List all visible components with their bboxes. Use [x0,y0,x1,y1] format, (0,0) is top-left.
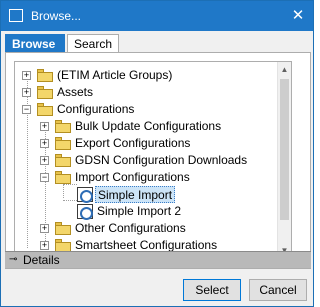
tree-node-other-configurations[interactable]: + Other Configurations [33,220,279,237]
tree-node-label: Simple Import 2 [97,204,182,218]
title-bar[interactable]: Browse... ✕ [1,1,313,31]
window-icon [9,9,23,22]
window-title: Browse... [31,9,82,23]
tab-search[interactable]: Search [67,34,119,53]
tab-bar: Browse Search [5,34,311,53]
tree-node-bulk-update-configurations[interactable]: + Bulk Update Configurations [33,118,279,135]
tree-node-simple-import-2[interactable]: Simple Import 2 [59,203,279,220]
close-button[interactable]: ✕ [289,7,307,25]
collapse-icon[interactable]: − [40,173,49,182]
tree-node-import-configurations[interactable]: − Import Configurations [33,169,279,186]
folder-icon [55,222,71,235]
tree-node-label: GDSN Configuration Downloads [75,153,248,167]
tree-node-label: Export Configurations [75,136,191,150]
tree-node-label: Configurations [57,102,135,116]
tree-node-label: Bulk Update Configurations [75,119,222,133]
tree-node-etim-article-groups[interactable]: + (ETIM Article Groups) [15,67,279,84]
expand-icon[interactable]: + [40,139,49,148]
tree-node-label: Assets [57,85,94,99]
folder-icon [55,137,71,150]
folder-icon [37,69,53,82]
tab-browse[interactable]: Browse [5,34,65,53]
cancel-button[interactable]: Cancel [249,279,307,301]
vertical-scrollbar[interactable]: ▲ ▼ [277,62,291,258]
import-config-icon [77,187,93,203]
collapse-icon[interactable]: − [22,105,31,114]
folder-icon [37,86,53,99]
expand-icon[interactable]: + [40,241,49,250]
expand-icon[interactable]: + [40,156,49,165]
folder-icon [55,154,71,167]
folder-icon [55,120,71,133]
tree-node-label: Import Configurations [75,170,190,184]
tree-node-label: (ETIM Article Groups) [57,68,173,82]
browse-dialog: Browse... ✕ Browse Search + (ETIM Articl… [0,0,314,307]
details-bar[interactable]: ⊸ Details [5,251,311,268]
expand-icon[interactable]: + [22,71,31,80]
scroll-up-icon[interactable]: ▲ [278,63,291,76]
key-icon: ⊸ [9,254,18,265]
tree-node-label: Other Configurations [75,221,186,235]
browse-panel: + (ETIM Article Groups) + Assets − Confi… [5,52,311,269]
import-config-icon [77,204,93,220]
expand-icon[interactable]: + [40,122,49,131]
tree-node-assets[interactable]: + Assets [15,84,279,101]
tree-node-configurations[interactable]: − Configurations [15,101,279,118]
tree-node-label: Simple Import [95,186,176,203]
tree-node-export-configurations[interactable]: + Export Configurations [33,135,279,152]
tree-view[interactable]: + (ETIM Article Groups) + Assets − Confi… [14,61,292,259]
folder-icon [55,171,71,184]
expand-icon[interactable]: + [22,88,31,97]
folder-icon [37,103,53,116]
tree-node-gdsn-configuration-downloads[interactable]: + GDSN Configuration Downloads [33,152,279,169]
select-button[interactable]: Select [183,279,241,301]
details-label: Details [23,253,60,267]
scroll-thumb[interactable] [280,79,289,220]
expand-icon[interactable]: + [40,224,49,233]
tree-node-simple-import[interactable]: Simple Import [59,186,279,203]
